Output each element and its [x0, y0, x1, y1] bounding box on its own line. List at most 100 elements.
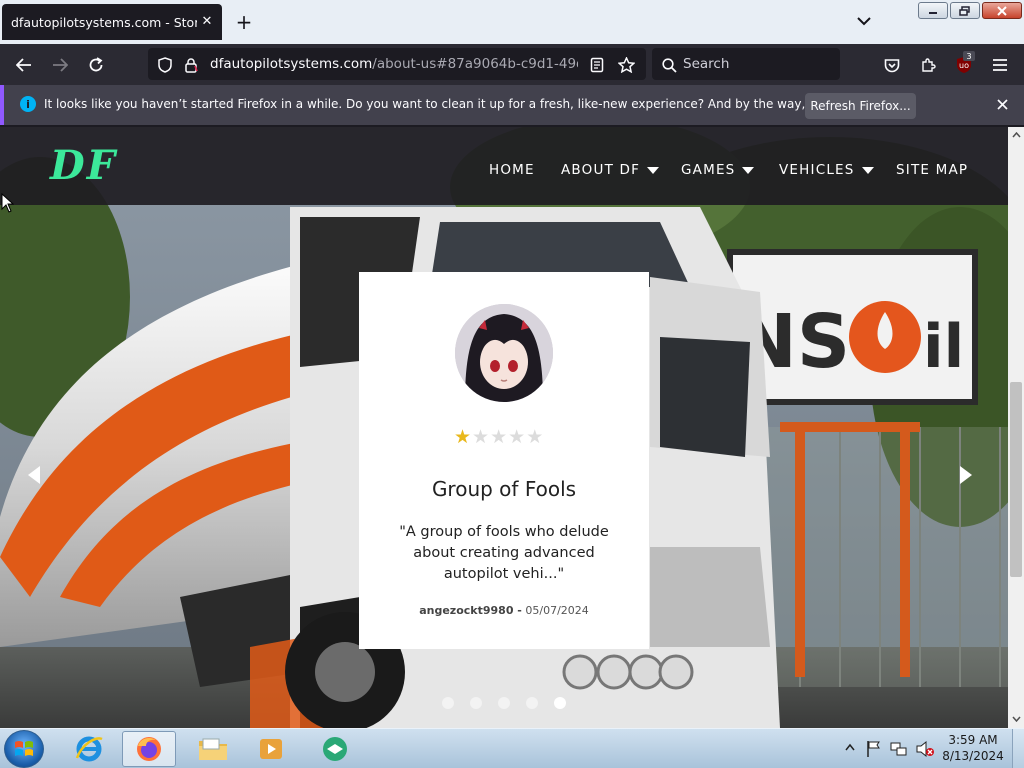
url-domain: dfautopilotsystems.com [210, 56, 373, 72]
search-icon [658, 54, 680, 76]
info-icon: i [20, 96, 36, 112]
close-window-button[interactable] [982, 2, 1022, 19]
carousel-indicator-dot[interactable] [554, 697, 566, 709]
notification-message: It looks like you haven’t started Firefo… [44, 97, 900, 111]
forward-button[interactable] [47, 52, 73, 78]
nav-games[interactable]: GAMES [681, 161, 755, 179]
carousel-prev-button[interactable] [24, 464, 44, 486]
review-author: angezockt9980 - [419, 604, 522, 617]
scroll-up-icon[interactable] [1011, 130, 1021, 140]
lock-icon[interactable] [180, 54, 202, 76]
back-button[interactable] [11, 52, 37, 78]
search-placeholder: Search [683, 56, 730, 72]
review-date: 05/07/2024 [525, 604, 589, 617]
reload-icon [89, 57, 103, 72]
url-path: /about-us#87a9064b-c9d1-49da-a5 [372, 56, 578, 72]
rating-stars: ★ ★ ★ ★ ★ [454, 427, 543, 447]
open-menu-button[interactable] [987, 52, 1013, 78]
caret-down-icon [861, 166, 874, 174]
puzzle-piece-icon [922, 58, 936, 72]
extension-badge: 3 [963, 51, 975, 61]
taskbar-internet-explorer[interactable] [62, 731, 116, 767]
site-header: DF HOME ABOUT DF GAMES VEHICLES SITE MAP [0, 127, 1008, 205]
svg-text:il: il [923, 312, 964, 382]
list-all-tabs-button[interactable] [854, 10, 874, 32]
web-page: NS il DF HOME ABOUT DF GAMES VEHICLES SI… [0, 127, 1008, 728]
new-tab-button[interactable]: + [233, 10, 255, 34]
scroll-down-icon[interactable] [1011, 714, 1021, 724]
nav-about-df[interactable]: ABOUT DF [561, 161, 660, 179]
tab-strip: dfautopilotsystems.com - Stormwo ✕ + [0, 0, 1024, 44]
url-text[interactable]: dfautopilotsystems.com/about-us#87a9064b… [210, 56, 578, 72]
svg-text:uo: uo [959, 61, 969, 70]
pocket-icon [884, 58, 900, 72]
taskbar-firefox[interactable] [122, 731, 176, 767]
pocket-button[interactable] [879, 52, 905, 78]
chevron-down-icon [857, 16, 871, 25]
network-icon[interactable] [890, 740, 908, 758]
tab-title: dfautopilotsystems.com - Stormwo [11, 14, 197, 30]
address-bar[interactable]: dfautopilotsystems.com/about-us#87a9064b… [148, 48, 646, 80]
extensions-button[interactable] [915, 52, 941, 78]
star-empty-icon: ★ [490, 426, 508, 448]
windows-logo-icon [15, 741, 33, 756]
nav-vehicles-label: VEHICLES [779, 162, 855, 178]
carousel-indicator-dot[interactable] [526, 697, 538, 709]
forward-arrow-icon [53, 58, 68, 72]
scrollbar-thumb[interactable] [1010, 382, 1022, 577]
caret-down-icon [742, 166, 755, 174]
search-bar[interactable]: Search [652, 48, 840, 80]
close-icon [996, 98, 1008, 110]
nav-home-label: HOME [489, 162, 535, 178]
system-clock[interactable]: 3:59 AM 8/13/2024 [940, 732, 1006, 764]
star-empty-icon: ★ [472, 426, 490, 448]
show-desktop-button[interactable] [1012, 729, 1024, 768]
restore-button[interactable] [950, 2, 980, 19]
notification-bar: i It looks like you haven’t started Fire… [0, 85, 1024, 125]
taskbar: 3:59 AM 8/13/2024 [0, 728, 1024, 768]
review-card: ★ ★ ★ ★ ★ Group of Fools "A group of fools w… [359, 272, 649, 649]
action-center-flag-icon[interactable] [866, 740, 882, 758]
caret-down-icon [647, 166, 660, 174]
minimize-icon [929, 11, 937, 14]
close-icon [997, 5, 1007, 16]
clock-time: 3:59 AM [948, 733, 998, 747]
carousel-indicator-dot[interactable] [470, 697, 482, 709]
star-empty-icon: ★ [508, 426, 526, 448]
nav-sitemap-label: SITE MAP [896, 162, 969, 178]
star-empty-icon: ★ [526, 426, 544, 448]
site-logo[interactable]: DF [50, 142, 117, 189]
carousel-indicator-dot[interactable] [442, 697, 454, 709]
reload-button[interactable] [83, 52, 109, 78]
bookmark-star-icon[interactable] [615, 54, 637, 76]
carousel-next-button[interactable] [956, 464, 976, 486]
show-hidden-icons-icon[interactable] [845, 743, 855, 751]
taskbar-media-player[interactable] [244, 731, 298, 767]
tab-close-button[interactable]: ✕ [198, 12, 216, 30]
carousel-indicator-dot[interactable] [498, 697, 510, 709]
reader-view-icon[interactable] [586, 54, 608, 76]
back-arrow-icon [16, 58, 31, 72]
refresh-firefox-button[interactable]: Refresh Firefox... [805, 93, 916, 119]
clock-date: 8/13/2024 [942, 749, 1004, 763]
browser-tab[interactable]: dfautopilotsystems.com - Stormwo ✕ [2, 4, 222, 40]
restore-icon [959, 5, 970, 16]
nav-games-label: GAMES [681, 162, 736, 178]
nav-about-label: ABOUT DF [561, 162, 641, 178]
carousel-indicators [442, 697, 566, 709]
tracking-protection-shield-icon[interactable] [154, 54, 176, 76]
star-filled-icon: ★ [454, 426, 472, 448]
page-scrollbar[interactable] [1008, 127, 1024, 728]
nav-site-map[interactable]: SITE MAP [896, 161, 968, 179]
firefox-icon [137, 737, 161, 761]
taskbar-app[interactable] [308, 731, 362, 767]
review-meta: angezockt9980 - 05/07/2024 [359, 604, 649, 617]
start-button[interactable] [4, 730, 44, 768]
review-title: Group of Fools [431, 477, 577, 501]
volume-muted-icon[interactable] [915, 740, 935, 758]
taskbar-file-explorer[interactable] [186, 731, 240, 767]
nav-vehicles[interactable]: VEHICLES [779, 161, 874, 179]
nav-home[interactable]: HOME [489, 161, 535, 179]
minimize-button[interactable] [918, 2, 948, 19]
notification-close-button[interactable] [992, 94, 1012, 114]
